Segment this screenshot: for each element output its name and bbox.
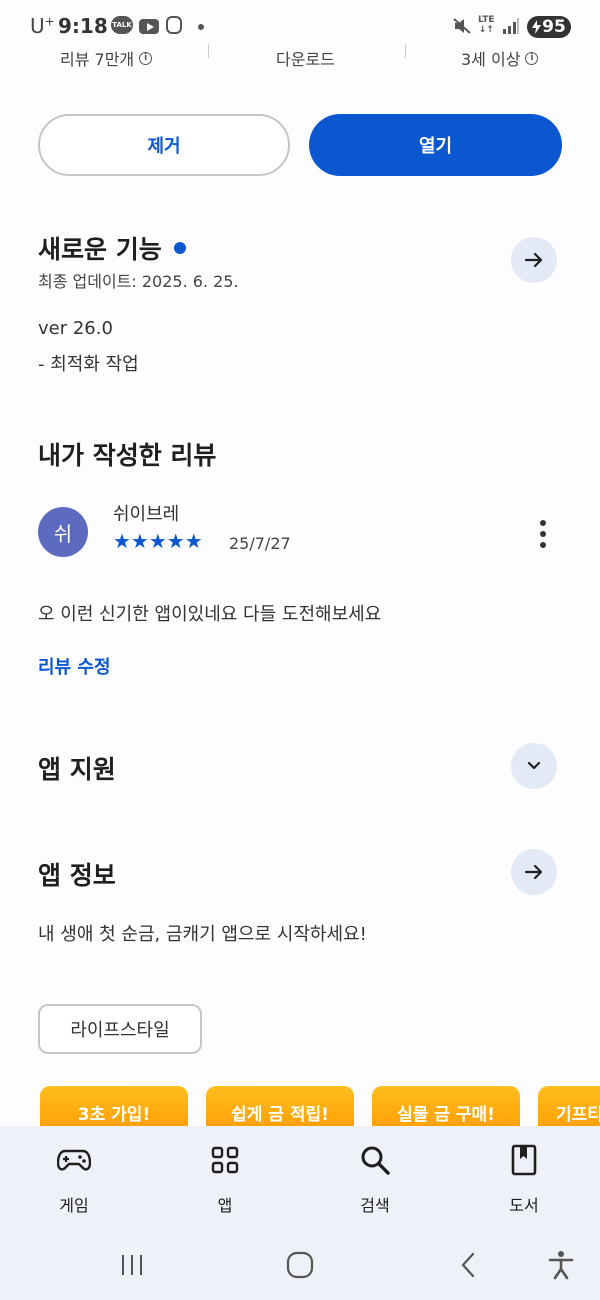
reviews-count: 리뷰 7만개 — [60, 50, 135, 69]
lte-icon: LTE ↓↑ — [478, 15, 495, 35]
assistant-icon — [166, 16, 182, 34]
recent-apps-icon[interactable] — [112, 1248, 152, 1282]
promo-card[interactable]: 기프티 — [538, 1086, 600, 1126]
youtube-icon — [139, 19, 159, 34]
edit-review-link[interactable]: 리뷰 수정 — [38, 653, 111, 679]
review-date: 25/7/27 — [229, 534, 291, 553]
nav-search[interactable]: 검색 — [325, 1142, 425, 1216]
whats-new-title: 새로운 기능 — [38, 235, 162, 264]
app-support-title[interactable]: 앱 지원 — [38, 750, 116, 786]
nav-games-label: 게임 — [59, 1196, 89, 1215]
app-info-title[interactable]: 앱 정보 — [38, 856, 116, 892]
promo-card[interactable]: 실물 금 구매! — [372, 1086, 520, 1126]
charging-icon — [532, 20, 542, 34]
nav-games[interactable]: 게임 — [24, 1142, 124, 1216]
accessibility-icon[interactable] — [541, 1248, 581, 1282]
status-time: 9:18 — [58, 14, 108, 38]
screenshot-carousel[interactable]: 3초 가입! 쉽게 금 적립! 실물 금 구매! 기프티 — [0, 1086, 600, 1126]
nav-search-label: 검색 — [360, 1196, 390, 1215]
carrier-label: U+ — [30, 14, 55, 38]
notification-dot-icon — [198, 24, 204, 30]
category-chip[interactable]: 라이프스타일 — [38, 1004, 202, 1054]
review-text: 오 이런 신기한 앱이있네요 다들 도전해보세요 — [38, 604, 382, 625]
nav-apps-label: 앱 — [217, 1196, 233, 1215]
info-icon: i — [139, 51, 153, 65]
new-dot-icon — [173, 242, 186, 254]
status-bar: U+ 9:18 TALK LTE ↓↑ 95 — [0, 0, 600, 44]
mute-icon — [453, 18, 471, 34]
star-rating: ★★★★★ — [113, 529, 203, 553]
downloads-stat: 다운로드 — [276, 46, 335, 70]
kakaotalk-icon: TALK — [111, 16, 133, 34]
age-rating-label: 3세 이상 — [461, 50, 521, 69]
nav-books[interactable]: 도서 — [474, 1142, 574, 1216]
app-info-arrow-button[interactable] — [511, 849, 557, 895]
info-icon: i — [525, 51, 539, 65]
signal-icon — [503, 18, 519, 34]
promo-card[interactable]: 3초 가입! — [40, 1086, 188, 1126]
my-review-title: 내가 작성한 리뷰 — [38, 441, 217, 470]
home-icon[interactable] — [280, 1248, 320, 1282]
uninstall-button[interactable]: 제거 — [38, 114, 290, 176]
stat-divider — [405, 44, 406, 58]
stat-divider — [208, 44, 209, 58]
update-note: - 최적화 작업 — [38, 354, 139, 375]
app-support-expand-button[interactable] — [511, 743, 557, 789]
chevron-down-icon — [527, 761, 541, 770]
more-options-icon[interactable] — [530, 516, 556, 552]
nav-books-label: 도서 — [509, 1196, 539, 1215]
promo-card[interactable]: 쉽게 금 적립! — [206, 1086, 354, 1126]
battery-level: 95 — [542, 17, 566, 37]
gamepad-icon — [56, 1142, 92, 1178]
review-author: 쉬이브레 — [113, 504, 180, 525]
reviews-stat[interactable]: 리뷰 7만개 i — [60, 46, 153, 70]
avatar: 쉬 — [38, 507, 88, 557]
app-description: 내 생애 첫 순금, 금캐기 앱으로 시작하세요! — [38, 924, 367, 945]
bottom-navigation: 게임 앱 검색 도서 — [0, 1126, 600, 1228]
search-icon — [357, 1142, 393, 1178]
back-icon[interactable] — [448, 1248, 488, 1282]
book-icon — [506, 1142, 542, 1178]
system-navigation-bar — [0, 1228, 600, 1300]
whats-new-header[interactable]: 새로운 기능 — [38, 230, 186, 266]
open-button[interactable]: 열기 — [309, 114, 562, 176]
nav-apps[interactable]: 앱 — [175, 1142, 275, 1216]
battery-indicator: 95 — [527, 16, 571, 38]
downloads-label: 다운로드 — [276, 50, 335, 69]
age-rating-stat[interactable]: 3세 이상 i — [461, 46, 539, 70]
apps-grid-icon — [207, 1142, 243, 1178]
last-updated: 최종 업데이트: 2025. 6. 25. — [38, 272, 239, 291]
version-text: ver 26.0 — [38, 318, 113, 339]
arrow-right-icon — [524, 864, 543, 880]
whats-new-arrow-button[interactable] — [511, 237, 557, 283]
arrow-right-icon — [524, 252, 543, 268]
